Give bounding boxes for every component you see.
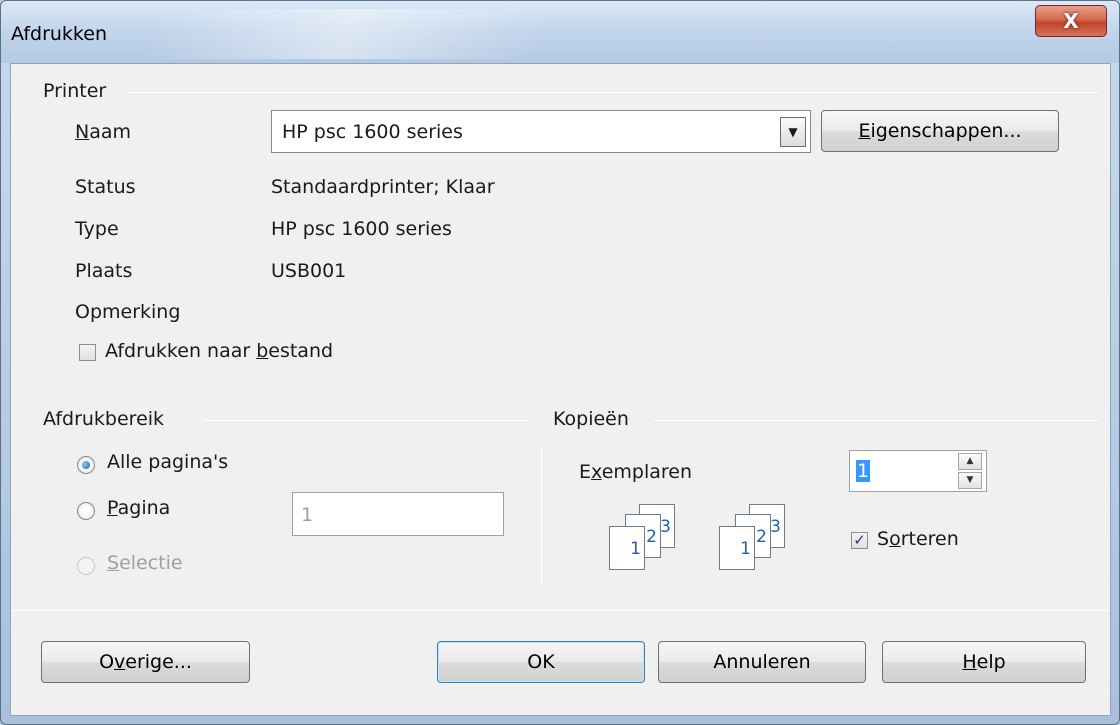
all-pages-label[interactable]: Alle pagina's xyxy=(107,451,228,473)
copies-section-divider xyxy=(653,420,1099,421)
title-bar[interactable]: Afdrukken X xyxy=(1,1,1119,63)
cancel-button[interactable]: Annuleren xyxy=(658,641,866,683)
name-label: Naam xyxy=(75,121,132,143)
type-label: Type xyxy=(75,218,119,240)
print-dialog: Afdrukken X Printer Naam HP psc 1600 ser… xyxy=(0,0,1120,725)
range-section-label: Afdrukbereik xyxy=(43,408,165,430)
copies-spinner[interactable]: 1 ▲ ▼ xyxy=(849,450,987,492)
title-bar-glass xyxy=(141,9,551,59)
collate-label[interactable]: Sorteren xyxy=(877,528,959,550)
other-button[interactable]: Overige... xyxy=(41,641,250,683)
pages-radio[interactable] xyxy=(77,502,95,520)
location-label: Plaats xyxy=(75,260,133,282)
other-button-label: Overige... xyxy=(99,651,192,673)
location-value: USB001 xyxy=(271,260,347,282)
printer-section-divider xyxy=(129,92,1099,93)
print-to-file-checkbox[interactable] xyxy=(79,344,96,361)
printer-section-label: Printer xyxy=(43,80,107,102)
help-button[interactable]: Help xyxy=(882,641,1086,683)
collate-checkbox[interactable]: ✓ xyxy=(851,532,868,549)
status-label: Status xyxy=(75,176,136,198)
pages-label[interactable]: Pagina xyxy=(107,497,170,519)
page-1-icon: 1 xyxy=(609,526,645,570)
page-1-icon: 1 xyxy=(719,526,755,570)
print-to-file-label[interactable]: Afdrukken naar bestand xyxy=(105,340,333,362)
copies-label: Exemplaren xyxy=(579,461,692,483)
selection-radio[interactable] xyxy=(77,557,95,575)
dropdown-arrow-icon[interactable]: ▼ xyxy=(780,117,806,147)
copies-section-label: Kopieën xyxy=(553,408,629,430)
pages-input[interactable]: 1 xyxy=(292,492,504,536)
close-button[interactable]: X xyxy=(1035,5,1107,37)
help-button-label: Help xyxy=(962,651,1006,673)
printer-name-value: HP psc 1600 series xyxy=(282,121,463,143)
section-separator xyxy=(541,448,542,586)
printer-name-select[interactable]: HP psc 1600 series ▼ xyxy=(271,110,811,153)
properties-button[interactable]: Eigenschappen... xyxy=(821,110,1059,152)
spin-up-icon[interactable]: ▲ xyxy=(958,453,982,470)
close-icon: X xyxy=(1063,9,1079,33)
all-pages-radio[interactable] xyxy=(77,456,95,474)
dialog-body: Printer Naam HP psc 1600 series ▼ Eigens… xyxy=(10,63,1111,716)
spin-down-icon[interactable]: ▼ xyxy=(958,472,982,489)
window-title: Afdrukken xyxy=(11,23,107,45)
selection-label[interactable]: Selectie xyxy=(107,552,183,574)
properties-button-label: Eigenschappen... xyxy=(858,120,1022,142)
cancel-button-label: Annuleren xyxy=(713,651,811,673)
ok-button[interactable]: OK xyxy=(437,641,645,683)
status-value: Standaardprinter; Klaar xyxy=(271,176,495,198)
ok-button-label: OK xyxy=(527,651,555,673)
footer-separator xyxy=(11,610,1110,611)
collate-preview-icon: 3 2 1 xyxy=(609,504,699,574)
comment-label: Opmerking xyxy=(75,301,181,323)
range-section-divider xyxy=(203,420,529,421)
collate-preview-icon-2: 3 2 1 xyxy=(719,504,809,574)
type-value: HP psc 1600 series xyxy=(271,218,452,240)
pages-input-value: 1 xyxy=(301,504,314,526)
copies-value: 1 xyxy=(856,460,871,482)
